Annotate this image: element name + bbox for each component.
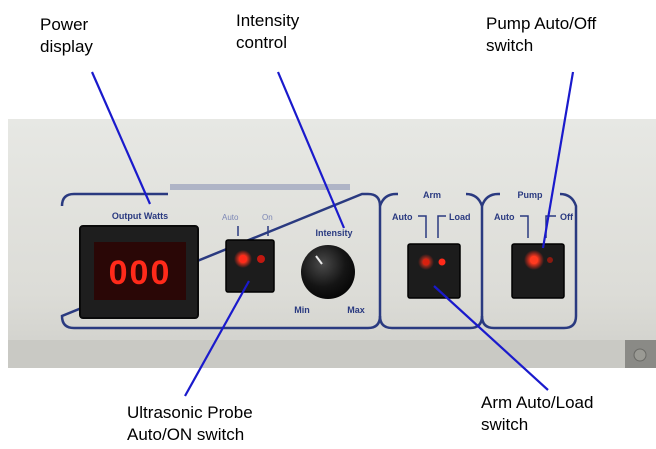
probe-switch-callout: Ultrasonic Probe Auto/ON switch xyxy=(127,403,253,444)
arm-load-led xyxy=(438,258,446,266)
instrument-panel-photo: Arm Pump Output Watts 000 Auto On Intens… xyxy=(8,71,656,397)
arm-switch[interactable] xyxy=(407,243,461,299)
intensity-control-callout: Intensity control xyxy=(236,11,300,52)
probe-on-label: On xyxy=(262,213,273,222)
arm-load-label: Load xyxy=(449,212,471,222)
arm-switch-callout: Arm Auto/Load switch xyxy=(481,393,594,434)
pump-auto-led xyxy=(530,256,538,264)
power-display-value: 000 xyxy=(109,254,172,292)
arm-auto-label: Auto xyxy=(392,212,413,222)
arm-auto-led xyxy=(422,258,430,266)
pump-off-label: Off xyxy=(560,212,574,222)
probe-on-led xyxy=(257,255,265,263)
arm-title: Arm xyxy=(423,190,441,200)
probe-auto-led xyxy=(239,255,247,263)
intensity-min-label: Min xyxy=(294,305,310,315)
pump-switch-callout: Pump Auto/Off switch xyxy=(486,14,597,55)
pump-title: Pump xyxy=(517,190,543,200)
intensity-label: Intensity xyxy=(315,228,352,238)
intensity-knob[interactable] xyxy=(301,245,355,299)
panel-lower-strip xyxy=(8,340,656,368)
panel-header-silkscreen xyxy=(170,184,350,190)
panel-screw xyxy=(633,348,647,362)
output-watts-label: Output Watts xyxy=(112,211,168,221)
intensity-max-label: Max xyxy=(347,305,365,315)
power-display-callout: Power display xyxy=(40,15,93,56)
pump-off-led xyxy=(547,257,553,263)
probe-auto-label: Auto xyxy=(222,213,239,222)
pump-auto-label: Auto xyxy=(494,212,515,222)
probe-switch[interactable] xyxy=(225,239,275,293)
